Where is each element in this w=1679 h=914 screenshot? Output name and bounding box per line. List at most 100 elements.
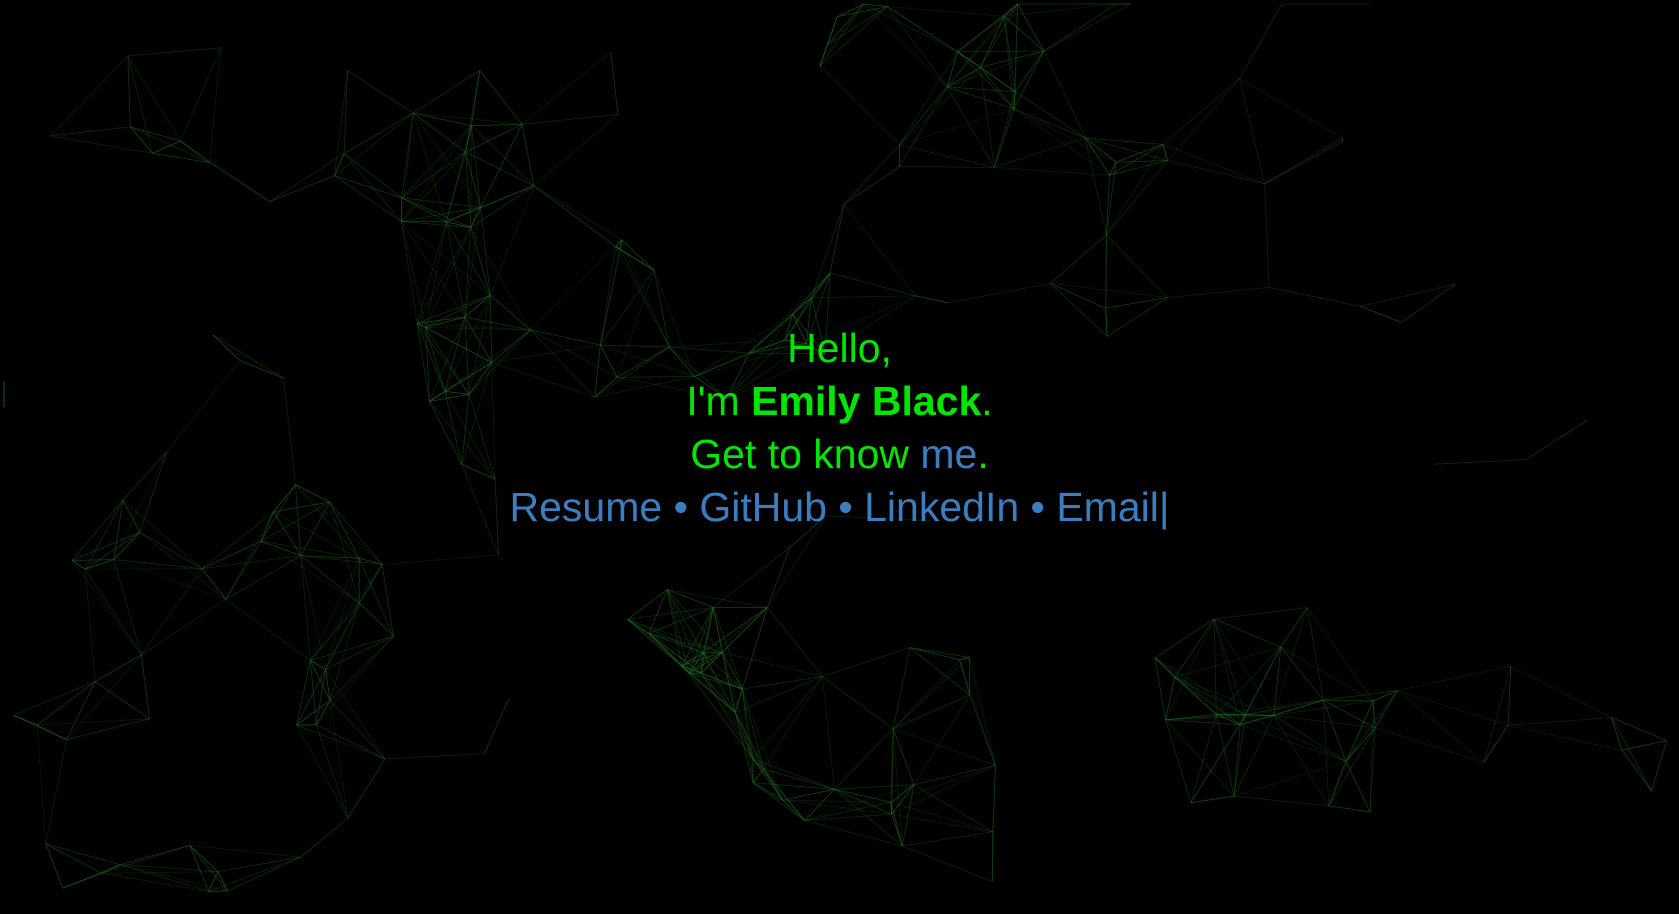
network-edge: [821, 676, 835, 790]
network-edge: [533, 185, 616, 248]
network-edge: [1213, 618, 1217, 715]
network-edge: [1233, 795, 1329, 807]
network-edge: [792, 272, 831, 315]
network-edge: [465, 152, 472, 228]
network-edge: [993, 108, 1015, 168]
network-edge: [811, 295, 916, 298]
network-edge: [1264, 141, 1343, 185]
network-edge: [71, 560, 86, 570]
network-edge: [269, 153, 345, 202]
network-edge: [1174, 618, 1215, 678]
network-edge: [702, 652, 754, 760]
network-edge: [358, 602, 394, 637]
network-edge: [141, 654, 150, 719]
network-edge: [130, 126, 210, 163]
name-line: I'm Emily Black.: [0, 375, 1679, 428]
about-me-link[interactable]: me: [920, 431, 977, 477]
know-line: Get to know me.: [0, 428, 1679, 481]
network-edge: [1360, 306, 1402, 323]
github-link[interactable]: GitHub: [699, 484, 827, 530]
network-edge: [993, 91, 1016, 168]
separator: •: [838, 484, 853, 530]
network-edge: [1397, 665, 1511, 691]
network-edge: [209, 162, 271, 202]
network-edge: [1369, 700, 1374, 812]
network-edge: [208, 856, 301, 892]
network-edge: [819, 3, 864, 67]
network-edge: [66, 681, 96, 740]
network-edge: [811, 272, 831, 298]
network-edge: [1165, 719, 1241, 725]
network-edge: [1167, 78, 1240, 161]
network-edge: [1273, 715, 1347, 762]
network-edge: [269, 175, 335, 202]
network-edge: [1115, 144, 1164, 163]
network-edge: [334, 112, 414, 176]
network-edge: [1050, 283, 1168, 298]
network-edge: [227, 856, 301, 892]
network-edge: [36, 724, 47, 844]
network-edge: [296, 700, 331, 726]
network-edge: [667, 589, 714, 608]
network-edge: [837, 3, 864, 18]
network-edge: [666, 589, 704, 654]
network-edge: [50, 126, 131, 137]
network-edge: [1013, 108, 1117, 163]
network-edge: [217, 856, 301, 872]
network-edge: [946, 86, 995, 168]
network-edge: [66, 718, 150, 741]
network-edge: [36, 681, 96, 726]
network-edge: [139, 531, 227, 600]
network-edge: [120, 864, 209, 892]
network-edge: [189, 845, 229, 892]
network-edge: [343, 153, 402, 199]
network-edge: [899, 51, 958, 146]
network-edge: [782, 799, 806, 821]
linkedin-link[interactable]: LinkedIn: [864, 484, 1019, 530]
network-edge: [1233, 760, 1346, 797]
network-edge: [902, 831, 993, 847]
separator: •: [673, 484, 688, 530]
network-edge: [127, 47, 222, 57]
network-edge: [752, 758, 835, 790]
network-edge: [899, 108, 1015, 146]
network-edge: [533, 185, 622, 241]
network-edge: [522, 114, 619, 125]
network-edge: [648, 633, 743, 690]
network-edge: [300, 555, 383, 565]
separator: •: [1030, 484, 1045, 530]
network-edge: [120, 845, 190, 865]
network-edge: [13, 715, 67, 741]
typing-caret: |: [1158, 484, 1170, 530]
network-edge: [300, 817, 349, 858]
resume-link[interactable]: Resume: [510, 484, 663, 530]
network-edge: [325, 669, 386, 760]
network-edge: [899, 86, 948, 146]
network-edge: [627, 607, 714, 620]
email-link[interactable]: Email: [1056, 484, 1159, 530]
network-edge: [887, 6, 981, 68]
network-edge: [50, 135, 153, 154]
network-edge: [893, 694, 970, 730]
network-edge: [71, 531, 141, 561]
network-edge: [1162, 144, 1265, 185]
network-edge: [834, 728, 894, 790]
network-edge: [141, 568, 203, 656]
network-edge: [401, 151, 466, 199]
network-edge: [94, 681, 150, 720]
network-edge: [1345, 700, 1374, 762]
network-edge: [334, 175, 402, 199]
network-edge: [946, 86, 1015, 110]
network-edge: [1397, 690, 1485, 763]
greeting-line: Hello,: [0, 322, 1679, 375]
network-edge: [296, 660, 311, 726]
network-edge: [752, 758, 783, 801]
network-edge: [471, 125, 481, 208]
network-edge: [721, 652, 743, 690]
network-edge: [1483, 725, 1509, 763]
network-edge: [141, 599, 227, 656]
network-edge: [127, 55, 131, 127]
network-edge: [742, 676, 823, 690]
network-edge: [1264, 137, 1343, 185]
network-edge: [1050, 234, 1107, 284]
